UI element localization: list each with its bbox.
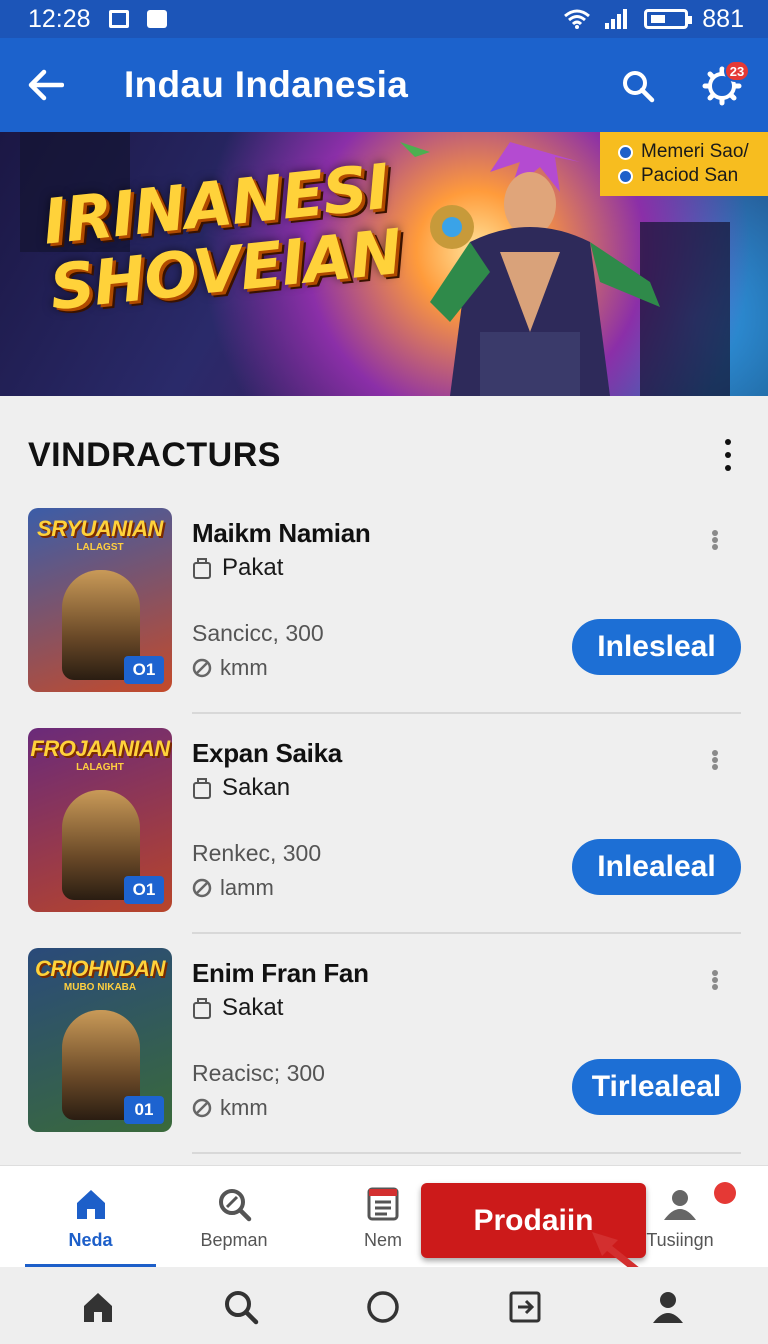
thumb-title: FROJAANIAN: [30, 736, 170, 761]
item-category-label: Sakat: [222, 994, 284, 1021]
section-header: VINDRACTURS: [28, 432, 740, 478]
banner-tag-line1: Memeri Sao/: [641, 141, 749, 162]
item-meta: lamm: [192, 875, 274, 901]
thumb-badge: O1: [124, 656, 164, 684]
system-home-button[interactable]: [76, 1285, 120, 1329]
item-thumbnail: SRYUANIAN LALAGST O1: [28, 508, 172, 692]
circle-home-icon: [367, 1291, 399, 1323]
search-button[interactable]: [612, 60, 664, 112]
list-item[interactable]: CRIOHNDAN MUBO NIKABA 01 Enim Fran Fan S…: [28, 948, 741, 1168]
signal-icon: [605, 9, 628, 29]
blocked-icon: [192, 1098, 212, 1118]
install-button[interactable]: Inlesleal: [572, 619, 741, 675]
item-thumbnail: FROJAANIAN LALAGHT O1: [28, 728, 172, 912]
notification-badge: 23: [724, 60, 750, 82]
item-price: Renkec, 300: [192, 840, 322, 866]
back-button[interactable]: [0, 38, 92, 132]
bag-icon: [193, 778, 211, 799]
search-icon: [623, 71, 655, 103]
screen-record-icon: [108, 10, 129, 28]
item-price: Sancicc, 300: [192, 620, 324, 646]
divider: [192, 932, 741, 934]
thumb-subtitle: LALAGST: [76, 542, 124, 553]
hero-banner[interactable]: IRINANESI SHOVEIAN Memeri Sao/ Paciod Sa…: [0, 132, 768, 396]
arrow-left-icon: [28, 69, 64, 101]
item-meta-label: kmm: [220, 655, 268, 680]
search-magnifier-icon: [214, 1184, 254, 1224]
list-item[interactable]: FROJAANIAN LALAGHT O1 Expan Saika Sakan …: [28, 728, 741, 948]
install-button[interactable]: Tirlealeal: [572, 1059, 741, 1115]
status-time: 12:28: [28, 4, 91, 33]
system-recents-button[interactable]: [503, 1285, 547, 1329]
tab-label: Bepman: [200, 1229, 268, 1250]
item-name: Enim Fran Fan: [192, 958, 369, 988]
section-more-menu-icon[interactable]: [716, 435, 740, 475]
battery-icon: [644, 9, 693, 29]
system-search-button[interactable]: [219, 1285, 263, 1329]
item-name: Maikm Namian: [192, 518, 371, 548]
tab-label: Nem: [363, 1229, 402, 1250]
wifi-icon: [564, 9, 591, 29]
item-meta-label: kmm: [220, 1095, 268, 1120]
item-category: Sakat: [192, 994, 283, 1022]
system-circle-button[interactable]: [361, 1285, 405, 1329]
page-title: Indau Indanesia: [124, 64, 409, 105]
item-meta-label: lamm: [220, 875, 274, 900]
item-thumbnail: CRIOHNDAN MUBO NIKABA 01: [28, 948, 172, 1132]
blocked-icon: [192, 878, 212, 898]
tab-neda[interactable]: Neda: [25, 1166, 156, 1268]
divider: [192, 1152, 741, 1154]
item-meta: kmm: [192, 1095, 268, 1121]
divider: [192, 712, 741, 714]
item-category: Pakat: [192, 554, 283, 582]
item-category: Sakan: [192, 774, 290, 802]
exit-box-icon: [509, 1291, 541, 1323]
home-icon: [84, 1293, 112, 1322]
search-icon: [225, 1291, 259, 1325]
tab-label: Neda: [68, 1229, 113, 1250]
blocked-icon: [192, 658, 212, 678]
notification-dot: [714, 1182, 736, 1204]
settings-button[interactable]: 23: [694, 58, 750, 114]
banner-tag[interactable]: Memeri Sao/ Paciod San: [600, 132, 768, 196]
bag-icon: [193, 998, 211, 1019]
item-category-label: Pakat: [222, 554, 284, 581]
item-more-menu-icon[interactable]: [703, 746, 727, 774]
tab-bepman[interactable]: Bepman: [176, 1166, 292, 1268]
item-meta: kmm: [192, 655, 268, 681]
app-bar: Indau Indanesia 23: [0, 38, 768, 132]
thumb-badge: O1: [124, 876, 164, 904]
thumb-title: CRIOHNDAN: [35, 956, 165, 981]
bag-icon: [193, 558, 211, 579]
system-profile-button[interactable]: [646, 1285, 690, 1329]
notification-app-icon: [146, 10, 167, 28]
home-icon: [71, 1184, 111, 1224]
system-nav-bar: [0, 1267, 768, 1344]
list-document-icon: [363, 1184, 403, 1224]
item-price: Reacisc; 300: [192, 1060, 325, 1086]
status-bar: 12:28 881: [0, 0, 768, 38]
thumb-subtitle: LALAGHT: [76, 762, 124, 773]
section-title: VINDRACTURS: [28, 435, 281, 474]
check-circle-icon: [618, 168, 633, 184]
item-more-menu-icon[interactable]: [703, 966, 727, 994]
install-button[interactable]: Inlealeal: [572, 839, 741, 895]
check-circle-icon: [618, 144, 633, 160]
item-name: Expan Saika: [192, 738, 342, 768]
thumb-badge: 01: [124, 1096, 164, 1124]
battery-level: 881: [702, 4, 744, 33]
thumb-subtitle: MUBO NIKABA: [63, 982, 137, 993]
thumb-title: SRYUANIAN: [37, 516, 163, 541]
item-more-menu-icon[interactable]: [703, 526, 727, 554]
banner-tag-line2: Paciod San: [641, 165, 739, 186]
item-category-label: Sakan: [222, 774, 291, 801]
person-icon: [653, 1292, 683, 1323]
profile-notify-icon: [660, 1184, 700, 1224]
list-item[interactable]: SRYUANIAN LALAGST O1 Maikm Namian Pakat …: [28, 508, 741, 728]
